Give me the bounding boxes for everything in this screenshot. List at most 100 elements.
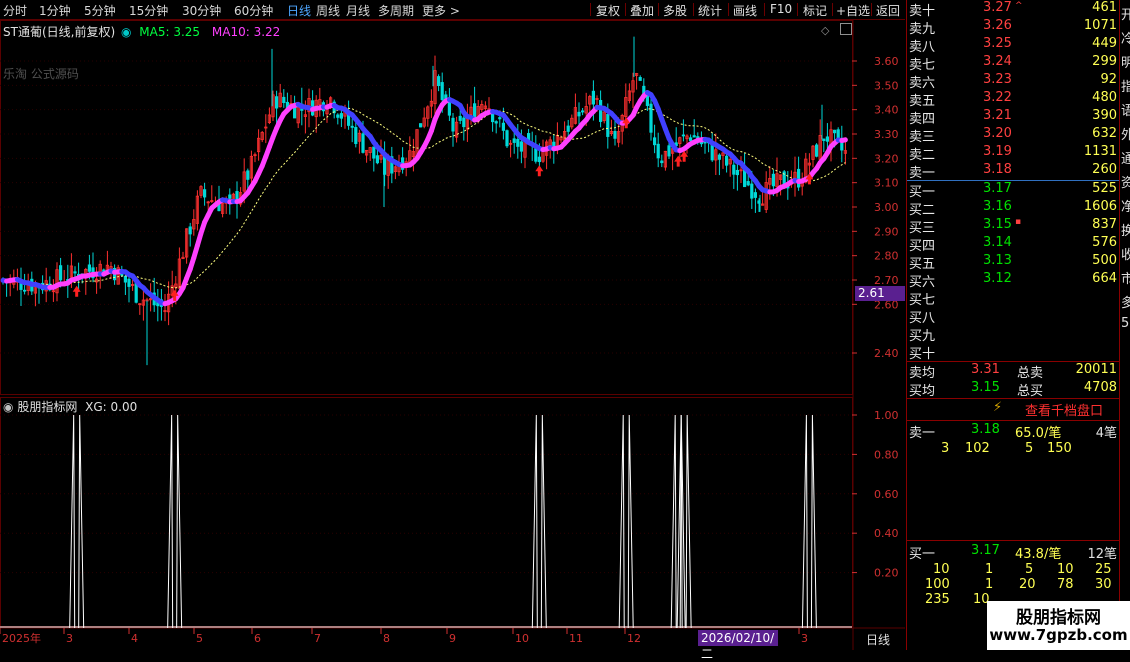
sell-level-row[interactable]: 卖三 3.20 632	[907, 126, 1119, 144]
buy-level-row[interactable]: 买一 3.17 525	[907, 181, 1119, 199]
mark-button[interactable]: 标记	[803, 2, 827, 19]
tab-30min[interactable]: 30分钟	[182, 2, 221, 19]
sell-level-volume: 461	[1092, 0, 1117, 15]
indicator-collapse-icon[interactable]: ◉	[3, 400, 13, 414]
time-tick-label: 8	[383, 632, 390, 645]
tab-more[interactable]: 更多 >	[422, 2, 460, 19]
sell-level-row[interactable]: 卖七 3.24 299	[907, 54, 1119, 72]
candle-body	[833, 130, 835, 133]
tab-60min[interactable]: 60分钟	[234, 2, 273, 19]
strip-label: 多	[1121, 292, 1130, 311]
tab-fenshi[interactable]: 分时	[3, 2, 27, 19]
xg-signal-spike	[619, 415, 633, 628]
candle-body	[751, 184, 753, 198]
sell-level-row[interactable]: 卖四 3.21 390	[907, 108, 1119, 126]
add-watchlist-button[interactable]: +自选	[836, 2, 870, 19]
overlay-button[interactable]: 叠加	[630, 2, 654, 19]
time-tick-label: 2025年	[2, 631, 41, 645]
multi-stock-button[interactable]: 多股	[663, 2, 687, 19]
kline-chart[interactable]: 3.603.503.403.303.203.103.002.902.802.70…	[0, 20, 905, 650]
candle-body	[837, 130, 839, 138]
candle-body	[520, 142, 522, 151]
candle-body	[599, 100, 601, 121]
candle-body	[592, 91, 594, 104]
buy-level-label: 买九	[909, 325, 935, 344]
order-book-panel: 卖十 3.27 461卖九 3.26 1071卖八 3.25 449卖七 3.2…	[906, 0, 1119, 650]
buy-level-row[interactable]: 买三 3.15 837	[907, 217, 1119, 235]
view-depth-button[interactable]: 查看千档盘口	[1025, 400, 1103, 419]
buy-level-row[interactable]: 买六 3.12 664	[907, 271, 1119, 289]
price-tick-label: 3.00	[874, 201, 899, 214]
tab-weekly[interactable]: 周线	[316, 2, 340, 19]
sell-level-label: 卖七	[909, 54, 935, 73]
restore-rights-button[interactable]: 复权	[596, 2, 620, 19]
sell-level-row[interactable]: 卖八 3.25 449	[907, 36, 1119, 54]
indicator-tick-label: 0.60	[874, 488, 899, 501]
diamond-icon[interactable]: ◇	[821, 24, 829, 37]
buy-level-row[interactable]: 买二 3.16 1606	[907, 199, 1119, 217]
strip-label: 收	[1121, 244, 1130, 263]
strip-label: 指	[1121, 76, 1130, 95]
tab-monthly[interactable]: 月线	[346, 2, 370, 19]
buy-level-price: 3.15	[983, 217, 1012, 232]
buy-level-row[interactable]: 买八	[907, 307, 1119, 325]
f10-button[interactable]: F10	[770, 2, 792, 16]
tab-daily[interactable]: 日线	[287, 2, 311, 19]
sell-level-volume: 92	[1100, 72, 1117, 87]
strip-label: 资	[1121, 172, 1130, 191]
tab-1min[interactable]: 1分钟	[39, 2, 71, 19]
sell-level-row[interactable]: 卖十 3.27 461	[907, 0, 1119, 18]
tab-5min[interactable]: 5分钟	[84, 2, 116, 19]
sell-level-label: 卖五	[909, 90, 935, 109]
ma5-label: MA5: 3.25	[139, 25, 200, 39]
strip-label: 5	[1121, 316, 1129, 331]
candle-body	[355, 127, 357, 143]
sell-level-row[interactable]: 卖六 3.23 92	[907, 72, 1119, 90]
candle-body	[517, 139, 519, 146]
candle-body	[229, 195, 231, 199]
candle-body	[538, 157, 540, 162]
buy-level-row[interactable]: 买五 3.13 500	[907, 253, 1119, 271]
buy-signal-arrow	[674, 156, 682, 167]
sell-level-label: 卖八	[909, 36, 935, 55]
marker-icon: ▪	[1015, 217, 1021, 227]
maximize-icon[interactable]	[840, 23, 852, 35]
sell-level-price: 3.27	[983, 0, 1012, 15]
buy-level-row[interactable]: 买四 3.14 576	[907, 235, 1119, 253]
collapse-icon[interactable]: ◉	[121, 25, 131, 39]
tab-multi-period[interactable]: 多周期	[378, 2, 414, 19]
buy-level-price: 3.17	[983, 181, 1012, 196]
buy-level-price: 3.13	[983, 253, 1012, 268]
buy-level-row[interactable]: 买七	[907, 289, 1119, 307]
statistics-button[interactable]: 统计	[698, 2, 722, 19]
sell-level-price: 3.22	[983, 90, 1012, 105]
buy-level-row[interactable]: 买十	[907, 343, 1119, 361]
candle-body	[736, 170, 738, 174]
back-button[interactable]: 返回	[876, 2, 900, 19]
time-tick-label: 12	[627, 632, 641, 645]
buy-signal-arrow	[73, 286, 81, 297]
indicator-header: ◉ 股朋指标网 XG: 0.00	[3, 398, 137, 415]
time-tick-label: 7	[314, 632, 321, 645]
sell-avg-row: 卖均 3.31 总卖 20011	[907, 362, 1119, 380]
buy-level-price: 3.14	[983, 235, 1012, 250]
buy-level-row[interactable]: 买九	[907, 325, 1119, 343]
sell-level-row[interactable]: 卖九 3.26 1071	[907, 18, 1119, 36]
buy-level-price: 3.16	[983, 199, 1012, 214]
candle-body	[614, 131, 616, 138]
sell-avg-value: 3.31	[971, 362, 1000, 377]
xg-signal-spike	[532, 415, 546, 628]
candle-body	[657, 144, 659, 158]
sell-level-row[interactable]: 卖二 3.19 1131	[907, 144, 1119, 162]
tab-15min[interactable]: 15分钟	[129, 2, 168, 19]
draw-line-button[interactable]: 画线	[733, 2, 757, 19]
time-tick-label: 11	[569, 632, 583, 645]
sell-level-label: 卖六	[909, 72, 935, 91]
candle-body	[668, 146, 670, 156]
sell1-detail-row: 卖一 3.18 65.0/笔 4笔	[907, 422, 1119, 440]
buy-avg-row: 买均 3.15 总买 4708	[907, 380, 1119, 398]
xg-signal-spike	[168, 415, 182, 628]
sell-level-row[interactable]: 卖五 3.22 480	[907, 90, 1119, 108]
candle-body	[693, 136, 695, 137]
sell-level-row[interactable]: 卖一 3.18 260	[907, 162, 1119, 180]
